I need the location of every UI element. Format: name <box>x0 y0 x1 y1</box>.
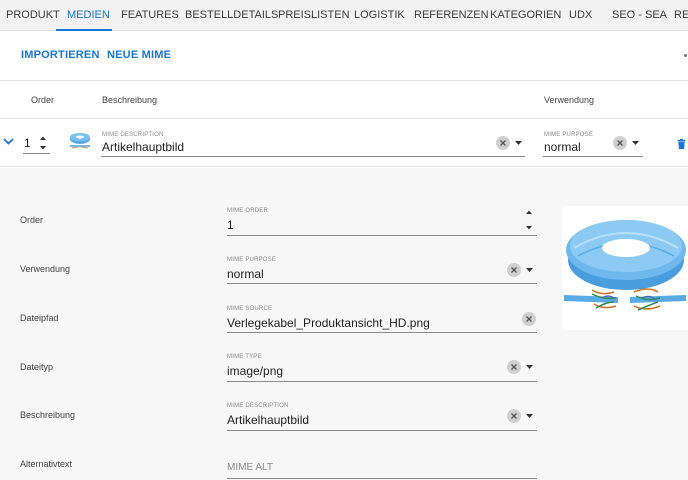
detail-alt-label: Alternativtext <box>20 459 73 469</box>
clear-circle-icon[interactable] <box>613 136 627 150</box>
mime-description-underline <box>227 430 537 431</box>
mime-order-input[interactable]: 1 <box>227 218 234 232</box>
clear-circle-icon[interactable] <box>507 263 521 277</box>
trash-icon[interactable] <box>677 139 686 149</box>
mime-description-label: MIME DESCRIPTION <box>227 403 289 409</box>
mime-source-label: MIME SOURCE <box>227 306 273 312</box>
row-description-underline <box>101 156 525 157</box>
detail-type-label: Dateityp <box>20 362 54 372</box>
row-description-label: MIME DESCRIPTION <box>102 132 164 138</box>
chevron-down-icon[interactable] <box>3 137 14 146</box>
stepper-arrows-icon[interactable] <box>524 208 534 232</box>
row-order-underline <box>23 153 50 154</box>
mime-purpose-underline <box>227 283 537 284</box>
tab-medien[interactable]: MEDIEN <box>67 0 110 31</box>
mime-order-underline <box>227 235 537 236</box>
usage-column-header: Verwendung <box>544 95 595 105</box>
row-thumbnail-image <box>70 133 90 149</box>
tab-udx[interactable]: UDX <box>569 0 592 31</box>
caret-down-icon[interactable] <box>526 414 533 418</box>
mime-type-label: MIME TYPE <box>227 354 262 360</box>
tab-bar: PRODUKT MEDIEN FEATURES BESTELLDETAILS P… <box>0 0 688 31</box>
mime-order-label: MIME ORDER <box>227 208 268 214</box>
tab-preislisten[interactable]: PREISLISTEN <box>278 0 350 31</box>
mime-alt-input[interactable]: MIME ALT <box>227 462 273 473</box>
action-bar: IMPORTIEREN NEUE MIME <box>0 31 688 81</box>
overflow-menu-icon[interactable] <box>684 54 687 57</box>
mime-type-underline <box>227 381 537 382</box>
mime-alt-underline <box>227 478 537 479</box>
mime-source-input[interactable]: Verlegekabel_Produktansicht_HD.png <box>227 316 430 330</box>
detail-description-label: Beschreibung <box>20 410 76 420</box>
caret-down-icon[interactable] <box>526 365 533 369</box>
mime-description-input[interactable]: Artikelhauptbild <box>227 413 309 427</box>
new-mime-button[interactable]: NEUE MIME <box>107 49 171 61</box>
row-order-input[interactable]: 1 <box>24 136 31 150</box>
detail-path-label: Dateipfad <box>20 313 59 323</box>
description-column-header: Beschreibung <box>102 95 158 105</box>
tab-bestelldetails[interactable]: BESTELLDETAILS <box>185 0 278 31</box>
tab-logistik[interactable]: LOGISTIK <box>354 0 405 31</box>
detail-usage-label: Verwendung <box>20 264 71 274</box>
clear-circle-icon[interactable] <box>507 360 521 374</box>
tab-features[interactable]: FEATURES <box>121 0 179 31</box>
import-button[interactable]: IMPORTIEREN <box>21 49 100 61</box>
tab-produkt[interactable]: PRODUKT <box>6 0 60 31</box>
caret-down-icon[interactable] <box>515 141 522 145</box>
mime-purpose-label: MIME PURPOSE <box>227 257 277 263</box>
clear-circle-icon[interactable] <box>496 136 510 150</box>
mime-source-underline <box>227 332 537 333</box>
stepper-arrows-icon[interactable] <box>38 133 48 153</box>
mime-type-select[interactable]: image/png <box>227 364 283 378</box>
tab-seo-sea[interactable]: SEO - SEA <box>612 0 667 31</box>
row-purpose-select[interactable]: normal <box>544 140 581 154</box>
tab-referenzen[interactable]: REFERENZEN <box>414 0 489 31</box>
tab-reg[interactable]: REG <box>674 0 688 31</box>
mime-purpose-select[interactable]: normal <box>227 267 264 281</box>
clear-circle-icon[interactable] <box>522 312 536 326</box>
clear-circle-icon[interactable] <box>507 409 521 423</box>
cable-coil-image <box>563 220 687 311</box>
media-preview <box>562 206 688 330</box>
caret-down-icon[interactable] <box>632 141 639 145</box>
order-column-header: Order <box>31 95 55 105</box>
detail-order-label: Order <box>20 215 44 225</box>
tab-kategorien[interactable]: KATEGORIEN <box>490 0 561 31</box>
row-purpose-underline <box>543 156 643 157</box>
row-purpose-label: MIME PURPOSE <box>544 132 594 138</box>
media-table-header: Order Beschreibung Verwendung <box>0 82 688 119</box>
row-description-input[interactable]: Artikelhauptbild <box>102 140 184 154</box>
caret-down-icon[interactable] <box>526 268 533 272</box>
